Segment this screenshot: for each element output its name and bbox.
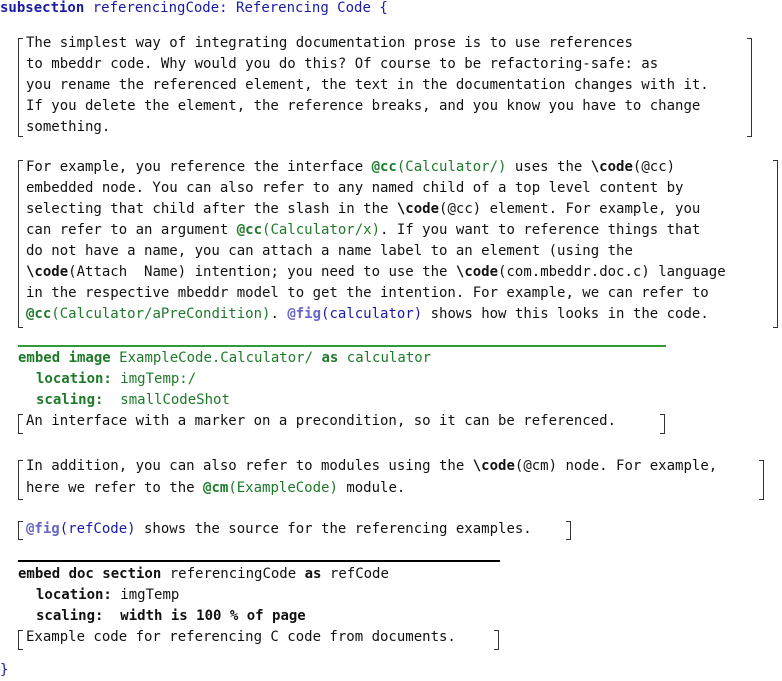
paragraph-4[interactable]: @fig(refCode) shows the source for the r… [26, 519, 532, 540]
fig-reference[interactable]: @fig [287, 306, 321, 322]
embed-name[interactable]: refCode [330, 566, 389, 582]
text-line: @cc(Calculator/aPreCondition). @fig(calc… [26, 306, 709, 322]
section-header: subsection referencingCode: Referencing … [0, 0, 388, 19]
embed-caption[interactable]: An interface with a marker on a precondi… [26, 411, 616, 432]
caption-bracket-left [18, 630, 23, 650]
text-line: do not have a name, you can attach a nam… [26, 243, 633, 259]
paragraph-bracket-right [773, 160, 778, 328]
text-line: you rename the referenced element, the t… [26, 77, 709, 93]
closing-brace: } [0, 662, 9, 678]
text-line: here we refer to the @cm(ExampleCode) mo… [26, 480, 406, 496]
paragraph-bracket-left [18, 460, 23, 500]
embed-scaling: scaling: smallCodeShot [36, 392, 230, 408]
text-line: in the respective mbeddr model to get th… [26, 285, 709, 301]
text-line: embedded node. You can also refer to any… [26, 180, 684, 196]
cc-reference[interactable]: @cc [237, 222, 262, 238]
embed-location: location: imgTemp:/ [36, 371, 197, 387]
embed-target[interactable]: ExampleCode.Calculator/ [119, 350, 313, 366]
text-line: to mbeddr code. Why would you do this? O… [26, 56, 659, 72]
embed-location: location: imgTemp [36, 587, 180, 603]
text-line: In addition, you can also refer to modul… [26, 458, 718, 474]
cm-reference[interactable]: @cm [203, 480, 228, 496]
text-line: selecting that child after the slash in … [26, 201, 701, 217]
fig-reference[interactable]: @fig [26, 521, 60, 537]
caption-bracket-right [494, 630, 499, 650]
embed-header: embed doc section referencingCode as ref… [18, 566, 389, 582]
caption-bracket-right [660, 414, 665, 434]
embed-target[interactable]: referencingCode [170, 566, 296, 582]
embed-header: embed image ExampleCode.Calculator/ as c… [18, 350, 432, 366]
cc-reference[interactable]: @cc [372, 159, 397, 175]
section-title[interactable]: Referencing Code { [236, 0, 388, 16]
embed-divider [18, 345, 666, 347]
paragraph-bracket-right [747, 38, 752, 137]
text-line: If you delete the element, the reference… [26, 98, 701, 114]
paragraph-bracket-left [18, 521, 23, 540]
section-name[interactable]: referencingCode: [93, 0, 228, 16]
paragraph-bracket-left [18, 38, 23, 137]
paragraph-bracket-right [759, 460, 764, 500]
text-line: something. [26, 119, 111, 135]
paragraph-bracket-right [566, 521, 571, 540]
text-line: The simplest way of integrating document… [26, 35, 633, 51]
caption-bracket-left [18, 414, 23, 434]
embed-name[interactable]: calculator [347, 350, 431, 366]
embed-scaling: scaling: width is 100 % of page [36, 608, 306, 624]
embed-divider [18, 560, 500, 562]
text-line: can refer to an argument @cc(Calculator/… [26, 222, 701, 238]
embed-caption[interactable]: Example code for referencing C code from… [26, 627, 456, 648]
keyword-subsection: subsection [0, 0, 85, 16]
text-line: \code(Attach Name) intention; you need t… [26, 264, 726, 280]
paragraph-bracket-left [18, 160, 23, 328]
text-line: For example, you reference the interface… [26, 159, 676, 175]
cc-reference[interactable]: @cc [26, 306, 51, 322]
